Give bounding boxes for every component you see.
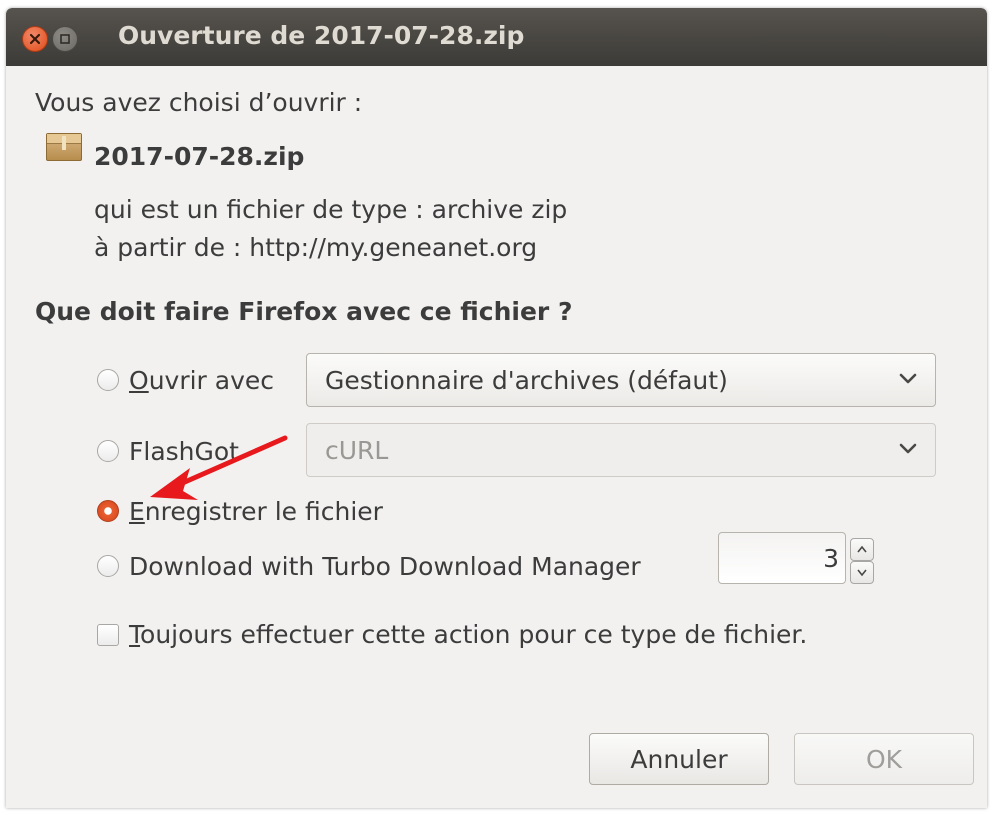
save-file-mnemonic: E	[129, 497, 145, 526]
flashgot-app: cURL	[325, 436, 389, 465]
intro-text: Vous avez choisi d’ouvrir :	[35, 88, 363, 117]
flashgot-label[interactable]: FlashGot	[129, 437, 239, 466]
titlebar: Ouverture de 2017-07-28.zip	[6, 8, 987, 66]
flashgot-combo[interactable]: cURL	[306, 423, 936, 477]
always-label-rest: oujours effectuer cette action pour ce t…	[140, 620, 808, 649]
always-mnemonic: T	[129, 620, 141, 649]
spin-down-button[interactable]	[850, 561, 874, 584]
open-with-app: Gestionnaire d'archives (défaut)	[325, 366, 728, 395]
save-file-label[interactable]: Enregistrer le fichier	[129, 497, 383, 526]
archive-icon	[46, 133, 82, 161]
file-type-line: qui est un fichier de type : archive zip	[94, 195, 568, 224]
maximize-button[interactable]	[52, 26, 78, 52]
maximize-icon	[60, 34, 70, 44]
flashgot-radio[interactable]	[97, 440, 119, 462]
ok-button[interactable]: OK	[794, 733, 974, 785]
open-with-label-rest: uvrir avec	[148, 366, 275, 395]
chevron-down-icon	[899, 373, 917, 384]
dialog-window: Ouverture de 2017-07-28.zip	[6, 8, 987, 808]
turbo-download-radio[interactable]	[97, 555, 119, 577]
chevron-down-icon	[899, 443, 917, 454]
spin-up-button[interactable]	[850, 538, 874, 561]
cancel-button[interactable]: Annuler	[589, 733, 769, 785]
window-title: Ouverture de 2017-07-28.zip	[118, 21, 525, 50]
chevron-up-icon	[857, 545, 867, 553]
open-with-radio[interactable]	[97, 369, 119, 391]
question-heading: Que doit faire Firefox avec ce fichier ?	[35, 297, 573, 326]
save-file-radio[interactable]	[97, 500, 119, 522]
file-source-line: à partir de : http://my.geneanet.org	[94, 233, 538, 262]
close-button[interactable]	[22, 26, 48, 52]
close-icon	[29, 33, 41, 45]
turbo-download-label[interactable]: Download with Turbo Download Manager	[129, 552, 641, 581]
open-with-mnemonic: O	[129, 366, 149, 395]
open-with-label[interactable]: Ouvrir avec	[129, 366, 274, 395]
always-label[interactable]: Toujours effectuer cette action pour ce …	[129, 620, 807, 649]
chevron-down-icon	[857, 569, 867, 577]
open-with-combo[interactable]: Gestionnaire d'archives (défaut)	[306, 353, 936, 407]
threads-value: 3	[823, 544, 839, 573]
save-file-label-rest: nregistrer le fichier	[144, 497, 383, 526]
threads-spin-input[interactable]: 3	[718, 532, 846, 584]
file-name: 2017-07-28.zip	[94, 142, 305, 171]
always-checkbox[interactable]	[97, 624, 119, 646]
